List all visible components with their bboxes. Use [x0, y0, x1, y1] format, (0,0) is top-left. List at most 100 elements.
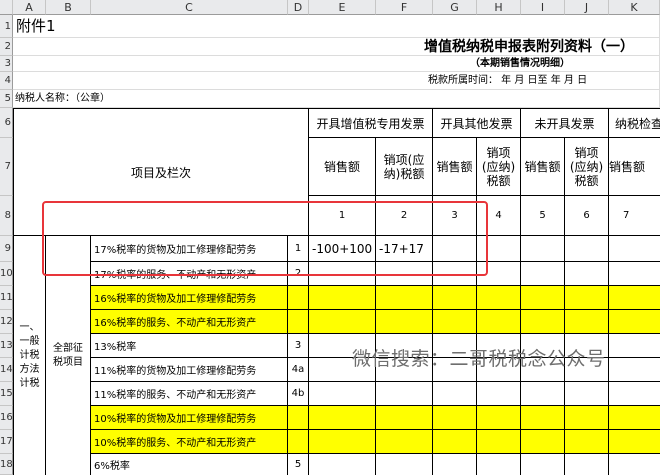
row-value-cell[interactable] — [521, 454, 565, 475]
row-value-cell[interactable] — [565, 406, 609, 430]
row-header[interactable]: 6 — [0, 108, 13, 138]
row-header[interactable]: 14 — [0, 358, 13, 382]
row-header[interactable]: 7 — [0, 138, 13, 196]
column-header-c[interactable]: C — [91, 0, 288, 15]
row-value-cell[interactable] — [609, 334, 660, 358]
subheader-f-tax[interactable]: 销项(应纳)税额 — [376, 138, 433, 196]
row-value-cell[interactable] — [609, 454, 660, 475]
group-header-special-invoice[interactable]: 开具增值税专用发票 — [309, 108, 433, 138]
row-value-cell[interactable] — [477, 454, 521, 475]
row-header[interactable]: 4 — [0, 72, 13, 90]
row-header[interactable]: 11 — [0, 286, 13, 310]
row-value-cell[interactable] — [521, 236, 565, 262]
row-header[interactable]: 18 — [0, 454, 13, 475]
column-header-b[interactable]: B — [46, 0, 91, 15]
row-value-cell[interactable] — [477, 310, 521, 334]
subheader-h-tax[interactable]: 销项(应纳)税额 — [477, 138, 521, 196]
column-header-h[interactable]: H — [477, 0, 521, 15]
row-value-cell[interactable] — [309, 382, 376, 406]
row-value-cell[interactable] — [565, 382, 609, 406]
row-line-number[interactable] — [288, 406, 309, 430]
row-value-cell[interactable] — [477, 406, 521, 430]
row-value-cell[interactable] — [521, 310, 565, 334]
column-header-g[interactable]: G — [433, 0, 477, 15]
row-item-label[interactable]: 10%税率的服务、不动产和无形资产 — [91, 430, 288, 454]
row-value-cell[interactable] — [433, 286, 477, 310]
row-value-cell[interactable] — [565, 236, 609, 262]
col-number-6[interactable]: 6 — [565, 196, 609, 236]
row-item-label[interactable]: 13%税率 — [91, 334, 288, 358]
row-header[interactable]: 8 — [0, 196, 13, 236]
row-item-label[interactable]: 16%税率的货物及加工修理修配劳务 — [91, 286, 288, 310]
row-header[interactable]: 2 — [0, 38, 13, 56]
row-item-label[interactable]: 10%税率的货物及加工修理修配劳务 — [91, 406, 288, 430]
attachment-label[interactable]: 附件1 — [16, 15, 56, 38]
subheader-g-sales[interactable]: 销售额 — [433, 138, 477, 196]
subheader-e-sales[interactable]: 销售额 — [309, 138, 376, 196]
row-header[interactable]: 13 — [0, 334, 13, 358]
row-value-cell[interactable] — [609, 430, 660, 454]
row-value-cell[interactable] — [609, 358, 660, 382]
row-value-cell[interactable] — [376, 382, 433, 406]
row-header[interactable]: 15 — [0, 382, 13, 406]
row-value-cell[interactable] — [477, 286, 521, 310]
row-header[interactable]: 1 — [0, 15, 13, 38]
column-header-a[interactable]: A — [13, 0, 46, 15]
subheader-j-tax[interactable]: 销项(应纳)税额 — [565, 138, 609, 196]
row-header[interactable]: 16 — [0, 406, 13, 430]
row-value-cell[interactable] — [609, 382, 660, 406]
row-value-cell[interactable] — [376, 310, 433, 334]
row-value-cell[interactable] — [521, 286, 565, 310]
group-header-other-invoice[interactable]: 开具其他发票 — [433, 108, 521, 138]
row-value-cell[interactable] — [521, 406, 565, 430]
column-header-e[interactable]: E — [309, 0, 376, 15]
tax-period[interactable]: 税款所属时间： 年 月 日至 年 月 日 — [428, 72, 587, 90]
row-item-label[interactable]: 6%税率 — [91, 454, 288, 475]
group-header-no-invoice[interactable]: 未开具发票 — [521, 108, 609, 138]
row-value-cell[interactable] — [565, 430, 609, 454]
row-item-label[interactable]: 11%税率的货物及加工修理修配劳务 — [91, 358, 288, 382]
row-value-cell[interactable] — [477, 430, 521, 454]
report-subtitle[interactable]: （本期销售情况明细） — [470, 56, 570, 72]
row-value-cell[interactable] — [521, 382, 565, 406]
row-value-cell[interactable] — [376, 286, 433, 310]
row-header[interactable]: 10 — [0, 262, 13, 286]
row-value-cell[interactable] — [433, 406, 477, 430]
row-value-cell[interactable] — [565, 262, 609, 286]
row-header[interactable]: 17 — [0, 430, 13, 454]
row-value-cell[interactable] — [309, 310, 376, 334]
row-value-cell[interactable] — [565, 286, 609, 310]
row-value-cell[interactable] — [521, 262, 565, 286]
row-line-number[interactable] — [288, 430, 309, 454]
row-header[interactable]: 9 — [0, 236, 13, 262]
group-header-tax-inspection[interactable]: 纳税检查 — [609, 108, 660, 138]
row-value-cell[interactable] — [309, 430, 376, 454]
row-value-cell[interactable] — [565, 454, 609, 475]
subheader-k-sales[interactable]: 销售额 — [609, 138, 660, 196]
select-all-corner[interactable] — [0, 0, 13, 15]
row-value-cell[interactable] — [376, 454, 433, 475]
row-value-cell[interactable] — [309, 286, 376, 310]
row-value-cell[interactable] — [609, 310, 660, 334]
row-value-cell[interactable] — [309, 406, 376, 430]
row-line-number[interactable] — [288, 310, 309, 334]
row-value-cell[interactable] — [309, 454, 376, 475]
row-value-cell[interactable] — [565, 310, 609, 334]
row-value-cell[interactable] — [521, 430, 565, 454]
column-header-k[interactable]: K — [609, 0, 660, 15]
row-line-number[interactable]: 4b — [288, 382, 309, 406]
row-value-cell[interactable] — [433, 310, 477, 334]
row-line-number[interactable]: 4a — [288, 358, 309, 382]
row-value-cell[interactable] — [376, 430, 433, 454]
col-number-7[interactable]: 7 — [609, 196, 660, 236]
column-header-i[interactable]: I — [521, 0, 565, 15]
row-value-cell[interactable] — [609, 406, 660, 430]
column-header-d[interactable]: D — [288, 0, 309, 15]
column-header-j[interactable]: J — [565, 0, 609, 15]
row-line-number[interactable]: 5 — [288, 454, 309, 475]
row-line-number[interactable]: 3 — [288, 334, 309, 358]
taxpayer-name[interactable]: 纳税人名称：（公章） — [15, 90, 110, 108]
row-value-cell[interactable] — [609, 236, 660, 262]
row-value-cell[interactable] — [609, 262, 660, 286]
subheader-i-sales[interactable]: 销售额 — [521, 138, 565, 196]
